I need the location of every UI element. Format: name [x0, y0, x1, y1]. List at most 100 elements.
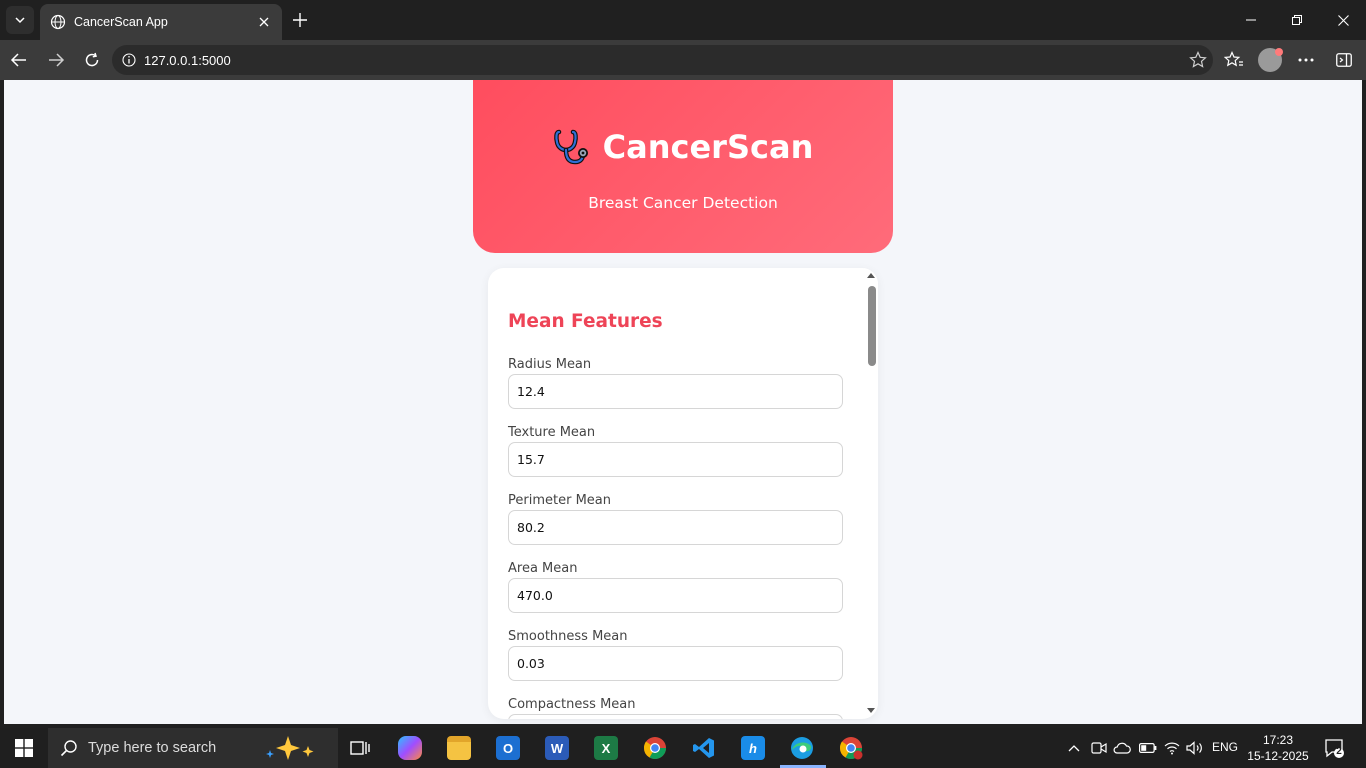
- outlook-icon: O: [496, 736, 520, 760]
- show-hidden-icons[interactable]: [1060, 732, 1088, 764]
- smoothness-mean-field: Smoothness Mean: [508, 629, 843, 681]
- wifi-icon: [1164, 742, 1180, 755]
- vscode-icon: [693, 738, 714, 758]
- chevron-up-icon: [1068, 745, 1080, 752]
- h-app-icon: h: [741, 736, 765, 760]
- task-view-icon: [350, 741, 370, 755]
- notification-count: 2: [1336, 746, 1342, 757]
- globe-icon: [50, 14, 66, 30]
- radius-mean-input[interactable]: [508, 374, 843, 409]
- forward-button[interactable]: [42, 46, 70, 74]
- smoothness-mean-input[interactable]: [508, 646, 843, 681]
- features-form-card: Mean Features Radius Mean Texture Mean P…: [488, 268, 878, 719]
- edge-app[interactable]: [782, 732, 822, 764]
- chevron-down-icon: [15, 17, 25, 24]
- chrome-profile-icon: [839, 737, 863, 760]
- clock-date: 15-12-2025: [1247, 749, 1309, 763]
- network-tray[interactable]: [1160, 732, 1184, 764]
- onedrive-tray[interactable]: [1110, 732, 1134, 764]
- brand-title: CancerScan: [602, 128, 814, 166]
- favorites-button[interactable]: [1220, 46, 1248, 74]
- restore-button[interactable]: [1274, 0, 1320, 40]
- meet-now-tray[interactable]: [1088, 732, 1110, 764]
- perimeter-mean-input[interactable]: [508, 510, 843, 545]
- refresh-icon: [85, 52, 99, 67]
- arrow-right-icon: [49, 53, 65, 67]
- field-label: Smoothness Mean: [508, 629, 628, 644]
- arrow-left-icon: [10, 53, 26, 67]
- notification-center-button[interactable]: 2: [1324, 738, 1344, 758]
- minimize-button[interactable]: [1228, 0, 1274, 40]
- back-button[interactable]: [5, 46, 33, 74]
- excel-app[interactable]: X: [586, 732, 626, 764]
- header-banner: CancerScan Breast Cancer Detection: [473, 80, 893, 253]
- brand: CancerScan: [473, 128, 893, 166]
- info-icon[interactable]: [122, 53, 136, 67]
- start-button[interactable]: [4, 732, 44, 764]
- browser-tab-bar: CancerScan App: [0, 0, 1366, 40]
- system-clock[interactable]: 17:23 15-12-2025: [1245, 732, 1311, 764]
- search-placeholder: Type here to search: [88, 740, 217, 756]
- scrollbar-thumb[interactable]: [868, 286, 876, 366]
- more-menu-button[interactable]: [1292, 46, 1320, 74]
- field-label: Perimeter Mean: [508, 493, 611, 508]
- file-explorer-app[interactable]: [439, 732, 479, 764]
- area-mean-input[interactable]: [508, 578, 843, 613]
- taskbar-search[interactable]: Type here to search: [48, 728, 338, 768]
- battery-tray[interactable]: [1136, 732, 1160, 764]
- edge-icon: [791, 737, 813, 759]
- favorite-star-icon[interactable]: [1189, 51, 1207, 74]
- plus-icon: [293, 13, 307, 27]
- speaker-icon: [1186, 741, 1202, 755]
- windows-taskbar: Type here to search O W X h ENG: [0, 728, 1366, 768]
- task-view-button[interactable]: [340, 732, 380, 764]
- language-indicator[interactable]: ENG: [1212, 740, 1238, 754]
- favorites-icon: [1224, 51, 1243, 67]
- windows-logo-icon: [15, 739, 33, 757]
- scroll-down-arrow[interactable]: [867, 708, 875, 713]
- refresh-button[interactable]: [78, 46, 106, 74]
- close-window-button[interactable]: [1320, 0, 1366, 40]
- search-icon: [60, 740, 77, 757]
- sidebar-icon: [1336, 53, 1352, 67]
- browser-toolbar: 127.0.0.1:5000: [0, 40, 1366, 80]
- sidebar-toggle-button[interactable]: [1330, 46, 1358, 74]
- volume-tray[interactable]: [1183, 732, 1207, 764]
- chrome-profile-app[interactable]: [831, 732, 871, 764]
- page-viewport: CancerScan Breast Cancer Detection Mean …: [4, 80, 1362, 724]
- restore-icon: [1292, 15, 1302, 25]
- word-icon: W: [545, 736, 569, 760]
- scroll-up-arrow[interactable]: [867, 273, 875, 278]
- battery-icon: [1139, 743, 1157, 753]
- vscode-app[interactable]: [684, 732, 724, 764]
- clock-time: 17:23: [1262, 733, 1294, 747]
- copilot-app[interactable]: [390, 732, 430, 764]
- chrome-icon: [643, 737, 666, 759]
- address-bar[interactable]: 127.0.0.1:5000: [112, 45, 1213, 75]
- new-tab-button[interactable]: [288, 8, 312, 32]
- profile-notification-dot: [1275, 48, 1283, 56]
- tab-title: CancerScan App: [74, 15, 168, 29]
- field-label: Area Mean: [508, 561, 578, 576]
- word-app[interactable]: W: [537, 732, 577, 764]
- tab-list-button[interactable]: [6, 6, 34, 34]
- chrome-app[interactable]: [635, 732, 675, 764]
- texture-mean-input[interactable]: [508, 442, 843, 477]
- compactness-mean-input[interactable]: [508, 714, 843, 719]
- sparkle-icon: [266, 736, 314, 760]
- page-subtitle: Breast Cancer Detection: [588, 194, 778, 212]
- close-icon: [1337, 14, 1349, 26]
- minimize-icon: [1246, 19, 1256, 21]
- perimeter-mean-field: Perimeter Mean: [508, 493, 843, 545]
- close-tab-icon[interactable]: [256, 14, 272, 30]
- browser-tab[interactable]: CancerScan App: [40, 4, 282, 40]
- folder-icon: [447, 736, 471, 760]
- compactness-mean-field: Compactness Mean: [508, 697, 843, 719]
- field-label: Compactness Mean: [508, 697, 636, 712]
- card-scrollbar[interactable]: [864, 268, 878, 719]
- outlook-app[interactable]: O: [488, 732, 528, 764]
- url-text: 127.0.0.1:5000: [144, 52, 231, 68]
- field-label: Radius Mean: [508, 357, 592, 372]
- texture-mean-field: Texture Mean: [508, 425, 843, 477]
- h-app[interactable]: h: [733, 732, 773, 764]
